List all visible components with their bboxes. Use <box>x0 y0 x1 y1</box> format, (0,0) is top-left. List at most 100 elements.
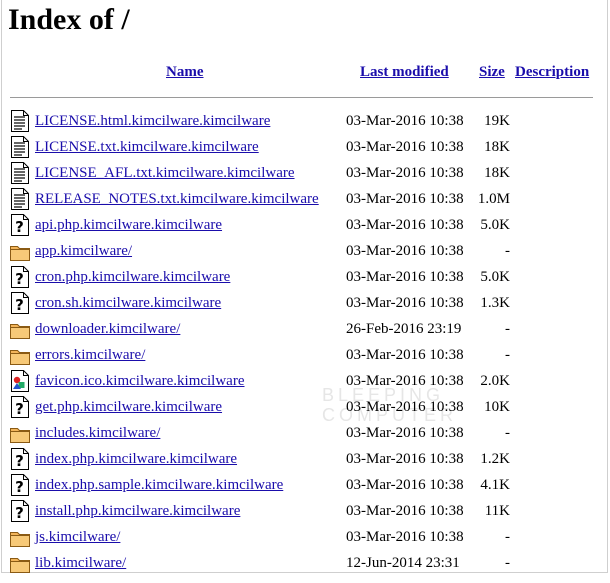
sort-by-modified-link[interactable]: Last modified <box>360 64 449 80</box>
file-link[interactable]: errors.kimcilware/ <box>35 342 145 368</box>
last-modified-cell: 03-Mar-2016 10:38 <box>346 451 464 467</box>
last-modified-cell: 03-Mar-2016 10:38 <box>346 295 464 311</box>
file-link[interactable]: includes.kimcilware/ <box>35 420 160 446</box>
last-modified-cell: 03-Mar-2016 10:38 <box>346 191 464 207</box>
size-cell: 1.2K <box>480 451 510 467</box>
svg-text:?: ? <box>15 296 24 314</box>
table-row: lib.kimcilware/12-Jun-2014 23:31 - <box>10 550 600 576</box>
svg-text:?: ? <box>15 504 24 522</box>
size-cell: - <box>505 529 510 545</box>
file-link[interactable]: LICENSE_AFL.txt.kimcilware.kimcilware <box>35 160 295 186</box>
file-link[interactable]: LICENSE.txt.kimcilware.kimcilware <box>35 134 259 160</box>
size-cell: 18K <box>484 139 510 155</box>
unknown-file-icon: ? <box>10 214 30 236</box>
sort-by-size-link[interactable]: Size <box>479 64 505 80</box>
last-modified-cell: 12-Jun-2014 23:31 <box>346 555 460 571</box>
file-link[interactable]: app.kimcilware/ <box>35 238 132 264</box>
folder-icon <box>10 552 30 574</box>
page-title: Index of / <box>8 3 130 36</box>
text-file-icon <box>10 136 30 158</box>
file-link[interactable]: api.php.kimcilware.kimcilware <box>35 212 222 238</box>
last-modified-cell: 03-Mar-2016 10:38 <box>346 503 464 519</box>
table-row: LICENSE.html.kimcilware.kimcilware 03-Mar… <box>10 108 600 134</box>
sort-by-name-link[interactable]: Name <box>166 64 204 80</box>
last-modified-cell: 03-Mar-2016 10:38 <box>346 399 464 415</box>
file-link[interactable]: LICENSE.html.kimcilware.kimcilware <box>35 108 270 134</box>
file-link[interactable]: install.php.kimcilware.kimcilware <box>35 498 240 524</box>
table-row: ? get.php.kimcilware.kimcilware 03-Mar-201… <box>10 394 600 420</box>
size-cell: 5.0K <box>480 269 510 285</box>
unknown-file-icon: ? <box>10 474 30 496</box>
table-row: RELEASE_NOTES.txt.kimcilware.kimcilware 0… <box>10 186 600 212</box>
last-modified-cell: 03-Mar-2016 10:38 <box>346 477 464 493</box>
folder-icon <box>10 240 30 262</box>
last-modified-cell: 03-Mar-2016 10:38 <box>346 269 464 285</box>
column-header-description: Description <box>515 64 589 81</box>
table-row: ? cron.php.kimcilware.kimcilware 03-Mar-20… <box>10 264 600 290</box>
svg-text:?: ? <box>15 218 24 236</box>
last-modified-cell: 03-Mar-2016 10:38 <box>346 347 464 363</box>
file-link[interactable]: lib.kimcilware/ <box>35 550 126 576</box>
size-cell: 5.0K <box>480 217 510 233</box>
last-modified-cell: 03-Mar-2016 10:38 <box>346 243 464 259</box>
last-modified-cell: 03-Mar-2016 10:38 <box>346 113 464 129</box>
unknown-file-icon: ? <box>10 266 30 288</box>
file-link[interactable]: downloader.kimcilware/ <box>35 316 180 342</box>
text-file-icon <box>10 162 30 184</box>
size-cell: 10K <box>484 399 510 415</box>
folder-icon <box>10 526 30 548</box>
size-cell: 1.0M <box>477 191 510 207</box>
column-header-name: Name <box>166 64 204 81</box>
unknown-file-icon: ? <box>10 396 30 418</box>
column-header-size: Size <box>479 64 505 81</box>
sort-by-description-link[interactable]: Description <box>515 64 589 80</box>
file-link[interactable]: js.kimcilware/ <box>35 524 120 550</box>
file-listing: LICENSE.html.kimcilware.kimcilware 03-Mar… <box>10 108 600 576</box>
table-row: app.kimcilware/03-Mar-2016 10:38 - <box>10 238 600 264</box>
folder-icon <box>10 422 30 444</box>
table-row: LICENSE.txt.kimcilware.kimcilware 03-Mar-… <box>10 134 600 160</box>
table-row: js.kimcilware/03-Mar-2016 10:38 - <box>10 524 600 550</box>
svg-text:?: ? <box>15 478 24 496</box>
folder-icon <box>10 318 30 340</box>
last-modified-cell: 03-Mar-2016 10:38 <box>346 529 464 545</box>
size-cell: - <box>505 243 510 259</box>
table-row: ? cron.sh.kimcilware.kimcilware 03-Mar-201… <box>10 290 600 316</box>
size-cell: 2.0K <box>480 373 510 389</box>
last-modified-cell: 03-Mar-2016 10:38 <box>346 139 464 155</box>
file-link[interactable]: index.php.sample.kimcilware.kimcilware <box>35 472 283 498</box>
table-row: errors.kimcilware/03-Mar-2016 10:38 - <box>10 342 600 368</box>
file-link[interactable]: cron.sh.kimcilware.kimcilware <box>35 290 221 316</box>
file-link[interactable]: get.php.kimcilware.kimcilware <box>35 394 222 420</box>
svg-text:?: ? <box>15 400 24 418</box>
table-row: favicon.ico.kimcilware.kimcilware 03-Mar-… <box>10 368 600 394</box>
unknown-file-icon: ? <box>10 500 30 522</box>
last-modified-cell: 03-Mar-2016 10:38 <box>346 425 464 441</box>
table-row: includes.kimcilware/03-Mar-2016 10:38 - <box>10 420 600 446</box>
size-cell: - <box>505 347 510 363</box>
last-modified-cell: 03-Mar-2016 10:38 <box>346 373 464 389</box>
unknown-file-icon: ? <box>10 292 30 314</box>
size-cell: - <box>505 555 510 571</box>
last-modified-cell: 03-Mar-2016 10:38 <box>346 165 464 181</box>
size-cell: - <box>505 321 510 337</box>
svg-text:?: ? <box>15 270 24 288</box>
file-link[interactable]: cron.php.kimcilware.kimcilware <box>35 264 230 290</box>
file-link[interactable]: index.php.kimcilware.kimcilware <box>35 446 237 472</box>
last-modified-cell: 03-Mar-2016 10:38 <box>346 217 464 233</box>
table-row: downloader.kimcilware/26-Feb-2016 23:19 - <box>10 316 600 342</box>
folder-icon <box>10 344 30 366</box>
table-row: ? api.php.kimcilware.kimcilware 03-Mar-201… <box>10 212 600 238</box>
table-row: LICENSE_AFL.txt.kimcilware.kimcilware 03-… <box>10 160 600 186</box>
size-cell: 4.1K <box>480 477 510 493</box>
file-link[interactable]: favicon.ico.kimcilware.kimcilware <box>35 368 245 394</box>
svg-text:?: ? <box>15 452 24 470</box>
text-file-icon <box>10 188 30 210</box>
size-cell: 1.3K <box>480 295 510 311</box>
column-header-last-modified: Last modified <box>360 64 449 81</box>
last-modified-cell: 26-Feb-2016 23:19 <box>346 321 462 337</box>
size-cell: 11K <box>484 503 510 519</box>
table-row: ? index.php.sample.kimcilware.kimcilware 0… <box>10 472 600 498</box>
size-cell: 19K <box>484 113 510 129</box>
file-link[interactable]: RELEASE_NOTES.txt.kimcilware.kimcilware <box>35 186 319 212</box>
